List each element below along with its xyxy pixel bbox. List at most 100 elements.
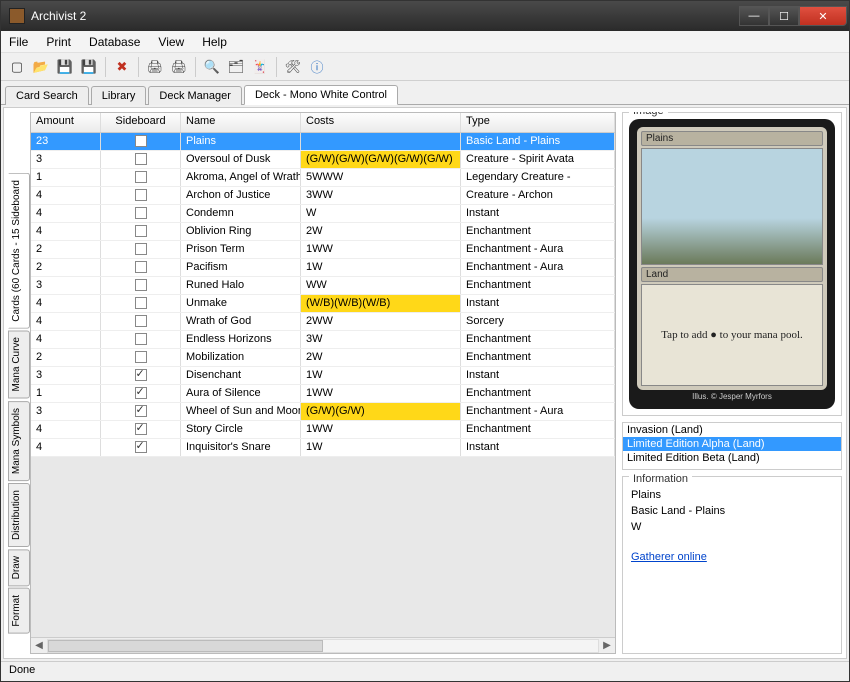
sideboard-checkbox[interactable]	[135, 261, 147, 273]
table-row[interactable]: 3Runed HaloWWEnchantment	[31, 277, 615, 295]
information-group: Information Plains Basic Land - Plains W…	[622, 476, 842, 654]
gatherer-link[interactable]: Gatherer online	[631, 551, 833, 563]
delete-icon[interactable]: ✖	[112, 57, 132, 77]
table-row[interactable]: 2Prison Term1WWEnchantment - Aura	[31, 241, 615, 259]
table-row[interactable]: 4Endless Horizons3WEnchantment	[31, 331, 615, 349]
card-type-line: Land	[641, 267, 823, 282]
right-pane: Image Plains Land Tap to add ● to your m…	[622, 112, 842, 654]
close-button[interactable]: ✕	[799, 6, 847, 26]
table-row[interactable]: 1Aura of Silence1WWEnchantment	[31, 385, 615, 403]
set-list-item[interactable]: Invasion (Land)	[623, 423, 841, 437]
sideboard-checkbox[interactable]	[135, 297, 147, 309]
settings-icon[interactable]: 🛠	[283, 57, 303, 77]
table-body: 23PlainsBasic Land - Plains3Oversoul of …	[31, 133, 615, 457]
info-type: Basic Land - Plains	[631, 505, 833, 517]
deck-icon[interactable]: 🗂	[226, 57, 246, 77]
set-list-item[interactable]: Limited Edition Beta (Land)	[623, 451, 841, 465]
tab-library[interactable]: Library	[91, 86, 147, 105]
card-table: Amount Sideboard Name Costs Type 23Plain…	[30, 112, 616, 654]
menu-file[interactable]: File	[9, 35, 28, 49]
menu-print[interactable]: Print	[46, 35, 71, 49]
menubar: File Print Database View Help	[1, 31, 849, 53]
sideboard-checkbox[interactable]	[135, 441, 147, 453]
save-icon[interactable]: 💾	[55, 57, 75, 77]
info-icon[interactable]: ⓘ	[307, 57, 327, 77]
tab-deck-manager[interactable]: Deck Manager	[148, 86, 242, 105]
tab-deck-mono-white-control[interactable]: Deck - Mono White Control	[244, 85, 398, 105]
table-row[interactable]: 3Wheel of Sun and Moon(G/W)(G/W)Enchantm…	[31, 403, 615, 421]
scroll-right-icon[interactable]: ▶	[599, 640, 615, 651]
sideboard-checkbox[interactable]	[135, 405, 147, 417]
search-icon[interactable]: 🔍	[202, 57, 222, 77]
save-all-icon[interactable]: 💾	[79, 57, 99, 77]
table-row[interactable]: 2Mobilization2WEnchantment	[31, 349, 615, 367]
table-row[interactable]: 23PlainsBasic Land - Plains	[31, 133, 615, 151]
image-group: Image Plains Land Tap to add ● to your m…	[622, 112, 842, 416]
menu-help[interactable]: Help	[202, 35, 227, 49]
col-amount[interactable]: Amount	[31, 113, 101, 132]
side-tab[interactable]: Format	[8, 588, 30, 634]
table-header: Amount Sideboard Name Costs Type	[31, 113, 615, 133]
table-row[interactable]: 4CondemnWInstant	[31, 205, 615, 223]
toolbar: ▢ 📂 💾 💾 ✖ 🖨 🖨 🔍 🗂 🃏 🛠 ⓘ	[1, 53, 849, 81]
set-list-item[interactable]: Limited Edition Alpha (Land)	[623, 437, 841, 451]
sideboard-checkbox[interactable]	[135, 351, 147, 363]
minimize-button[interactable]: —	[739, 6, 769, 26]
col-costs[interactable]: Costs	[301, 113, 461, 132]
sideboard-checkbox[interactable]	[135, 207, 147, 219]
sideboard-checkbox[interactable]	[135, 171, 147, 183]
sideboard-checkbox[interactable]	[135, 387, 147, 399]
col-type[interactable]: Type	[461, 113, 615, 132]
sideboard-checkbox[interactable]	[135, 243, 147, 255]
sideboard-checkbox[interactable]	[135, 153, 147, 165]
sideboard-checkbox[interactable]	[135, 189, 147, 201]
side-tab[interactable]: Cards (60 Cards - 15 Sideboard	[8, 173, 30, 329]
card-name: Plains	[641, 131, 823, 146]
tabbar: Card SearchLibraryDeck ManagerDeck - Mon…	[1, 81, 849, 105]
card-artist: Illus. © Jesper Myrfors	[637, 390, 827, 401]
app-window: Archivist 2 — ☐ ✕ File Print Database Vi…	[0, 0, 850, 682]
info-title: Information	[629, 473, 692, 485]
side-tab[interactable]: Distribution	[8, 483, 30, 547]
table-row[interactable]: 4Oblivion Ring2WEnchantment	[31, 223, 615, 241]
side-tabs: FormatDrawDistributionMana Symbols Mana C…	[8, 112, 30, 654]
tab-card-search[interactable]: Card Search	[5, 86, 89, 105]
table-row[interactable]: 3Disenchant1WInstant	[31, 367, 615, 385]
table-row[interactable]: 4Story Circle1WWEnchantment	[31, 421, 615, 439]
side-tab[interactable]: Mana Curve	[8, 330, 30, 398]
sideboard-checkbox[interactable]	[135, 279, 147, 291]
sideboard-checkbox[interactable]	[135, 369, 147, 381]
sideboard-checkbox[interactable]	[135, 225, 147, 237]
table-row[interactable]: 4Wrath of God2WWSorcery	[31, 313, 615, 331]
table-row[interactable]: 1Akroma, Angel of Wrath5WWWLegendary Cre…	[31, 169, 615, 187]
sideboard-checkbox[interactable]	[135, 315, 147, 327]
print-preview-icon[interactable]: 🖨	[169, 57, 189, 77]
col-sideboard[interactable]: Sideboard	[101, 113, 181, 132]
set-list[interactable]: Invasion (Land)Limited Edition Alpha (La…	[622, 422, 842, 470]
table-row[interactable]: 4Archon of Justice3WWCreature - Archon	[31, 187, 615, 205]
sideboard-checkbox[interactable]	[135, 333, 147, 345]
card-icon[interactable]: 🃏	[250, 57, 270, 77]
maximize-button[interactable]: ☐	[769, 6, 799, 26]
open-icon[interactable]: 📂	[31, 57, 51, 77]
horizontal-scrollbar[interactable]: ◀ ▶	[31, 637, 615, 653]
content-area: FormatDrawDistributionMana Symbols Mana C…	[3, 107, 847, 659]
window-title: Archivist 2	[31, 9, 739, 23]
sideboard-checkbox[interactable]	[135, 423, 147, 435]
scroll-left-icon[interactable]: ◀	[31, 640, 47, 651]
menu-view[interactable]: View	[158, 35, 184, 49]
new-icon[interactable]: ▢	[7, 57, 27, 77]
side-tab[interactable]: Mana Symbols	[8, 401, 30, 481]
table-row[interactable]: 4Inquisitor's Snare1WInstant	[31, 439, 615, 457]
side-tab[interactable]: Draw	[8, 549, 30, 586]
card-art	[641, 148, 823, 265]
table-row[interactable]: 2Pacifism1WEnchantment - Aura	[31, 259, 615, 277]
sideboard-checkbox[interactable]	[135, 135, 147, 147]
titlebar: Archivist 2 — ☐ ✕	[1, 1, 849, 31]
col-name[interactable]: Name	[181, 113, 301, 132]
print-icon[interactable]: 🖨	[145, 57, 165, 77]
card-preview: Plains Land Tap to add ● to your mana po…	[629, 119, 835, 409]
table-row[interactable]: 4Unmake(W/B)(W/B)(W/B)Instant	[31, 295, 615, 313]
table-row[interactable]: 3Oversoul of Dusk(G/W)(G/W)(G/W)(G/W)(G/…	[31, 151, 615, 169]
menu-database[interactable]: Database	[89, 35, 140, 49]
